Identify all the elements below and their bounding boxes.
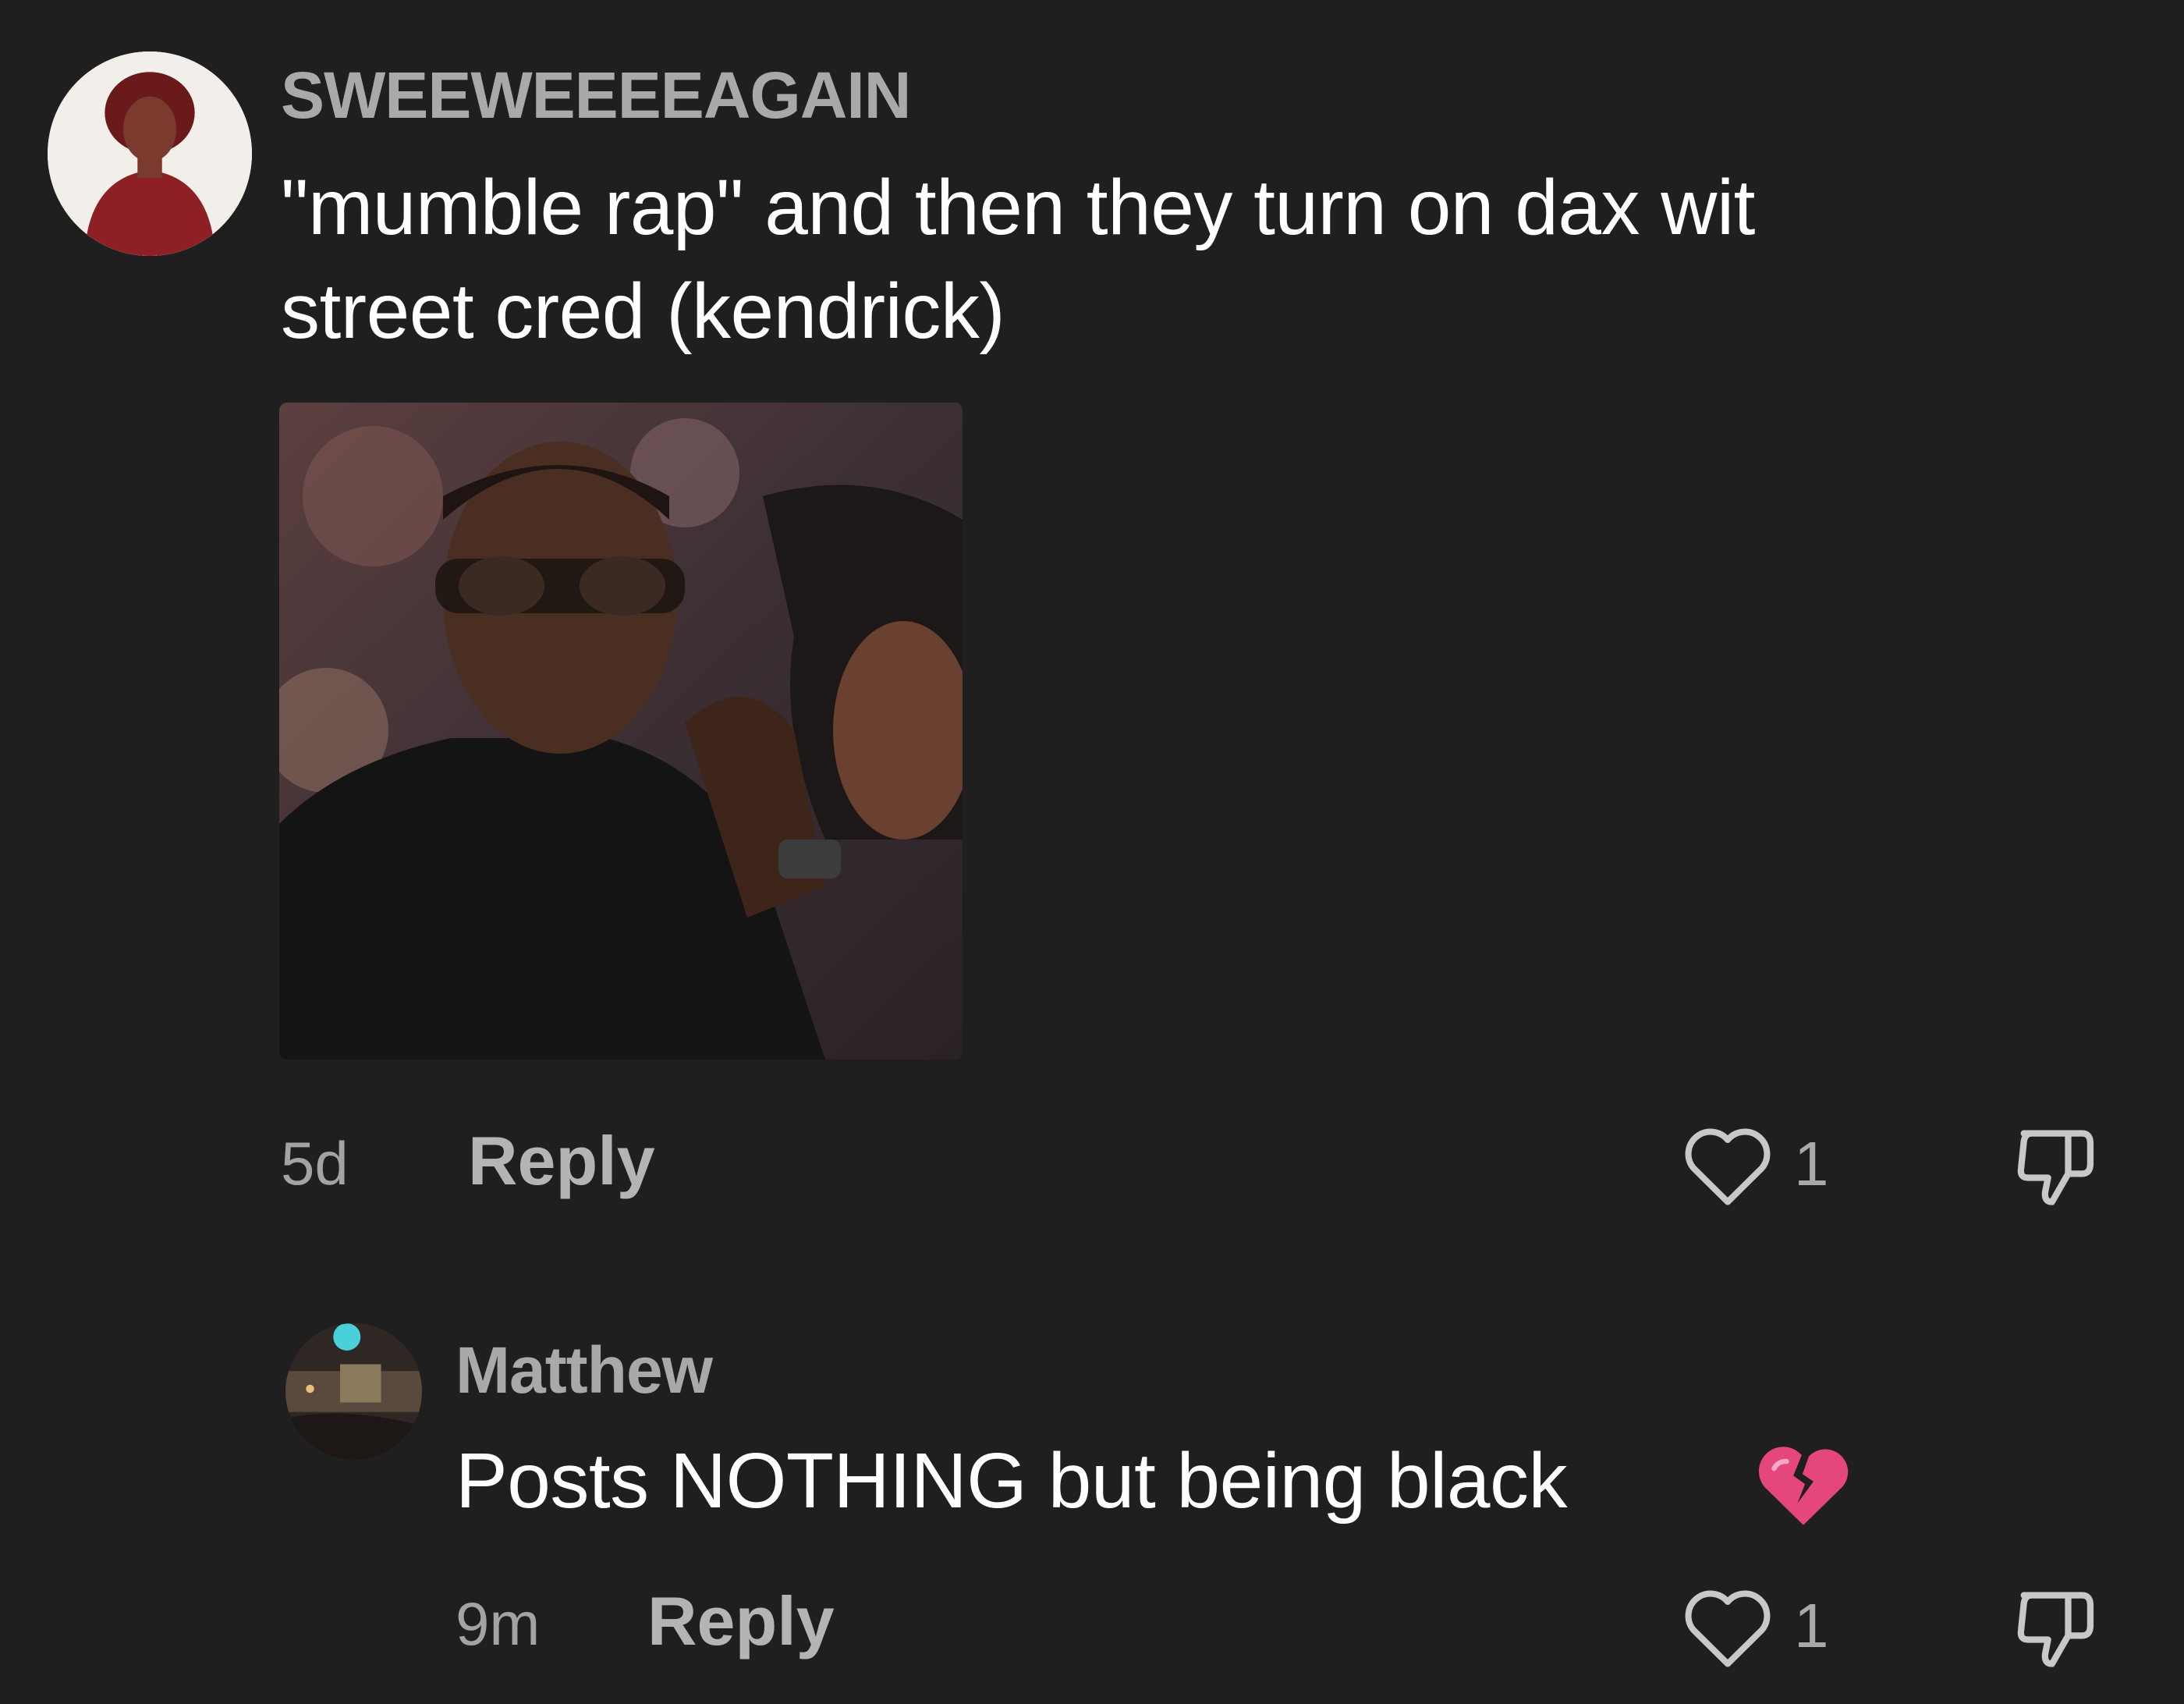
- reply-button[interactable]: Reply: [468, 1127, 655, 1195]
- commenter-username[interactable]: SWEEWEEEEAGAIN: [281, 62, 911, 128]
- profile-photo-icon: [285, 1323, 422, 1460]
- heart-outline-icon[interactable]: [1680, 1122, 1775, 1208]
- heart-outline-icon[interactable]: [1680, 1584, 1775, 1670]
- profile-photo-icon: [48, 51, 252, 256]
- reply-username[interactable]: Matthew: [456, 1337, 713, 1403]
- photo-attachment-icon: [279, 403, 963, 1060]
- thumbs-down-icon[interactable]: [2008, 1117, 2104, 1214]
- comment-text-line-2: street cred (kendrick): [281, 268, 1005, 355]
- comments-panel: SWEEWEEEEAGAIN "mumble rap" and then the…: [0, 0, 2184, 1704]
- thumbs-down-icon[interactable]: [2008, 1579, 2104, 1676]
- reply-button[interactable]: Reply: [647, 1587, 835, 1656]
- like-count: 1: [1794, 1129, 1829, 1198]
- reply-avatar[interactable]: [285, 1323, 422, 1460]
- reply-text: Posts NOTHING but being black: [456, 1437, 1567, 1525]
- broken-heart-emoji-icon: [1758, 1447, 1849, 1525]
- commenter-avatar[interactable]: [48, 51, 252, 256]
- comment-timestamp: 5d: [281, 1129, 349, 1198]
- like-count: 1: [1794, 1591, 1829, 1660]
- comment-photo-attachment[interactable]: [279, 403, 963, 1060]
- reply-timestamp: 9m: [456, 1589, 541, 1658]
- comment-text-line-1: "mumble rap" and then they turn on dax w…: [281, 164, 1755, 251]
